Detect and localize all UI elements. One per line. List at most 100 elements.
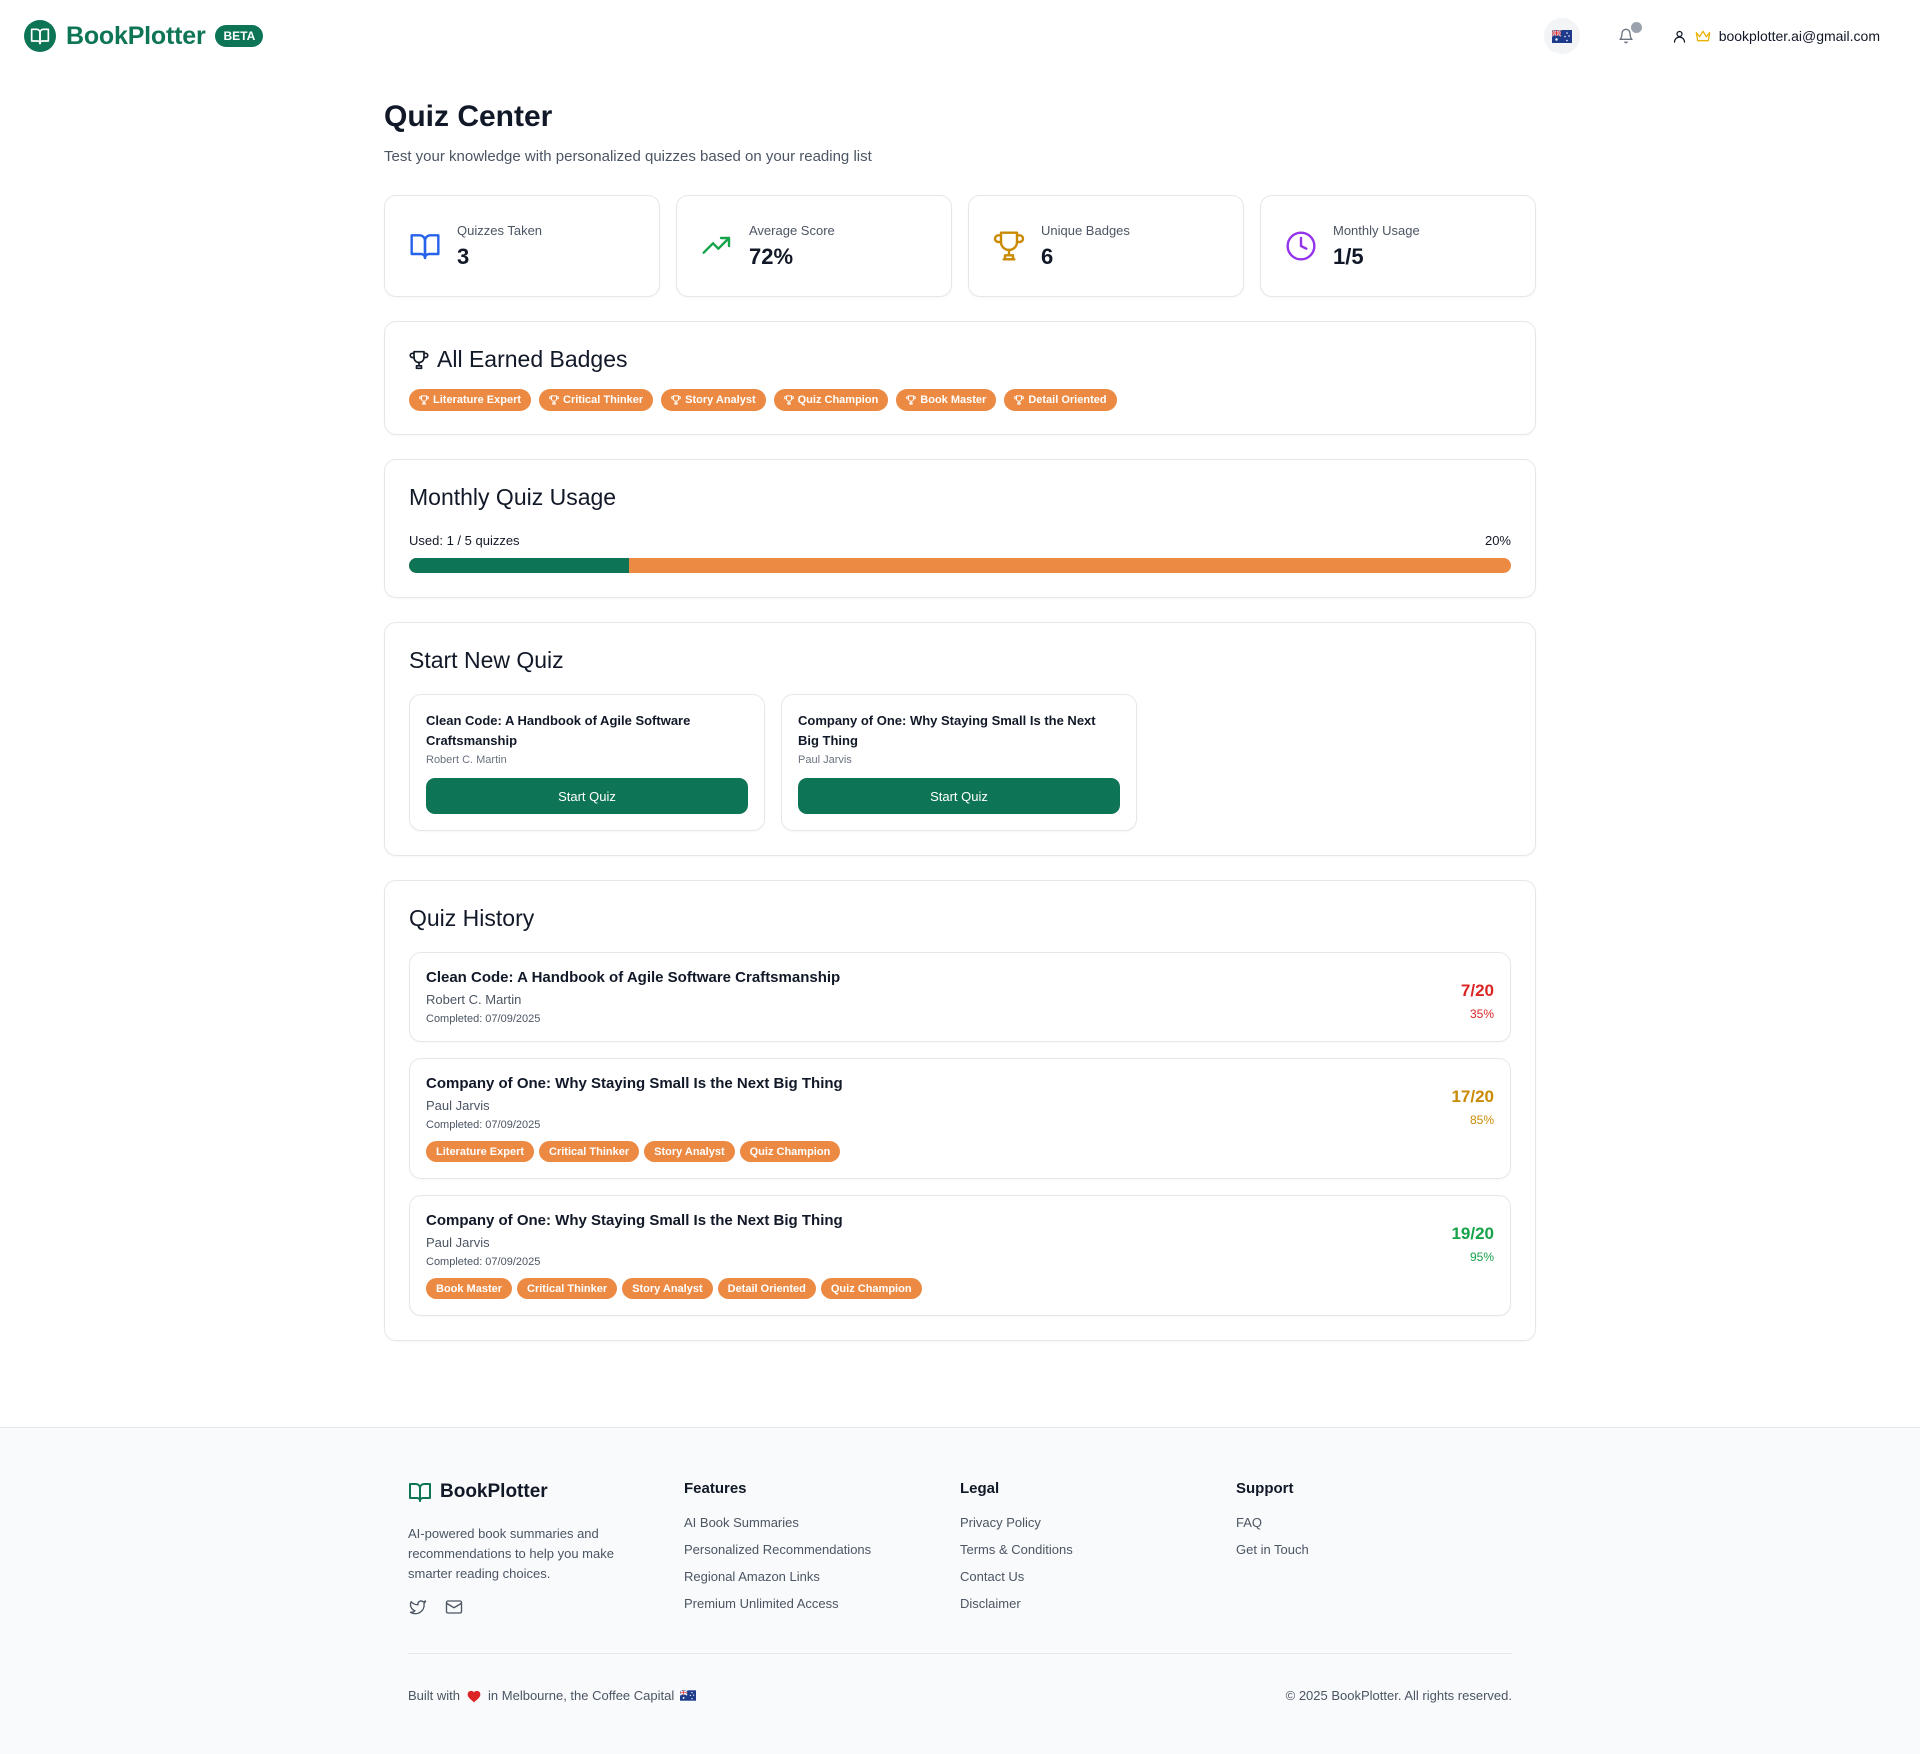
footer-link[interactable]: Premium Unlimited Access bbox=[684, 1596, 960, 1611]
book-logo-icon bbox=[24, 20, 56, 52]
brand[interactable]: BookPlotter BETA bbox=[24, 20, 264, 52]
footer-column-heading: Support bbox=[1236, 1480, 1294, 1497]
stat-value: 6 bbox=[1041, 243, 1054, 269]
history-badge: Story Analyst bbox=[644, 1141, 735, 1162]
history-completed-date: Completed: 07/09/2025 bbox=[426, 1256, 541, 1268]
badge-label: Book Master bbox=[920, 394, 987, 406]
region-flag-button[interactable] bbox=[1543, 18, 1580, 54]
trophy-icon bbox=[409, 350, 429, 369]
history-badge: Critical Thinker bbox=[539, 1141, 640, 1162]
notifications-button[interactable] bbox=[1608, 18, 1644, 54]
stat-unique-badges: Unique Badges 6 bbox=[968, 195, 1244, 297]
footer-link[interactable]: Contact Us bbox=[960, 1569, 1236, 1584]
badge-label: Detail Oriented bbox=[1028, 394, 1107, 406]
history-badge: Literature Expert bbox=[426, 1141, 535, 1162]
history-score: 17/20 bbox=[1451, 1087, 1494, 1106]
history-completed-date: Completed: 07/09/2025 bbox=[426, 1119, 541, 1131]
crown-icon bbox=[1695, 30, 1711, 42]
twitter-icon[interactable] bbox=[408, 1598, 428, 1616]
usage-percent-label: 20% bbox=[1484, 533, 1511, 548]
footer-link[interactable]: FAQ bbox=[1236, 1515, 1512, 1530]
history-badge: Book Master bbox=[426, 1278, 513, 1299]
quiz-grid: Clean Code: A Handbook of Agile Software… bbox=[409, 694, 1511, 831]
quiz-book-title: Company of One: Why Staying Small Is the… bbox=[798, 713, 1096, 748]
footer-link[interactable]: Privacy Policy bbox=[960, 1515, 1236, 1530]
stats-row: Quizzes Taken 3 Average Score 72% Unique… bbox=[384, 195, 1536, 297]
start-quiz-title: Start New Quiz bbox=[409, 647, 564, 673]
footer-link[interactable]: Disclaimer bbox=[960, 1596, 1236, 1611]
badge-label: Story Analyst bbox=[685, 394, 756, 406]
history-badge-list: Book Master Critical Thinker Story Analyst… bbox=[426, 1278, 922, 1299]
footer-link[interactable]: AI Book Summaries bbox=[684, 1515, 960, 1530]
stat-label: Monthly Usage bbox=[1333, 222, 1420, 238]
built-suffix: in Melbourne, the Coffee Capital bbox=[488, 1688, 675, 1703]
page-title: Quiz Center bbox=[384, 100, 553, 133]
brand-name: BookPlotter bbox=[66, 21, 206, 50]
quiz-book-title: Clean Code: A Handbook of Agile Software… bbox=[426, 713, 691, 748]
quiz-book-author: Paul Jarvis bbox=[798, 754, 852, 766]
quiz-history-title: Quiz History bbox=[409, 905, 535, 931]
quiz-book-author: Robert C. Martin bbox=[426, 754, 507, 766]
earned-badge: Critical Thinker bbox=[539, 389, 654, 411]
history-score-percent: 35% bbox=[1469, 1007, 1494, 1021]
trophy-icon bbox=[419, 395, 429, 405]
history-item: Clean Code: A Handbook of Agile Software… bbox=[409, 952, 1511, 1042]
usage-progress-fill bbox=[409, 558, 630, 573]
australia-flag-icon bbox=[1551, 29, 1572, 43]
badge-label: Quiz Champion bbox=[797, 394, 879, 406]
earned-badge: Quiz Champion bbox=[773, 389, 889, 411]
stat-label: Quizzes Taken bbox=[457, 222, 543, 238]
badge-label: Literature Expert bbox=[433, 394, 522, 406]
stat-value: 1/5 bbox=[1333, 243, 1364, 269]
earned-badge: Literature Expert bbox=[409, 389, 532, 411]
earned-badge: Book Master bbox=[896, 389, 997, 411]
footer-link[interactable]: Regional Amazon Links bbox=[684, 1569, 960, 1584]
footer-support-column: Support FAQ Get in Touch bbox=[1236, 1480, 1512, 1623]
stat-label: Unique Badges bbox=[1041, 222, 1130, 238]
history-book-author: Paul Jarvis bbox=[426, 1098, 490, 1113]
start-quiz-button[interactable]: Start Quiz bbox=[798, 778, 1120, 814]
history-score-percent: 85% bbox=[1469, 1113, 1494, 1127]
stat-quizzes-taken: Quizzes Taken 3 bbox=[384, 195, 660, 297]
stat-average-score: Average Score 72% bbox=[676, 195, 952, 297]
mail-icon[interactable] bbox=[444, 1598, 464, 1616]
main-content: Quiz Center Test your knowledge with per… bbox=[384, 100, 1536, 1365]
history-badge: Quiz Champion bbox=[820, 1278, 922, 1299]
page-subtitle: Test your knowledge with personalized qu… bbox=[384, 148, 872, 165]
copyright: © 2025 BookPlotter. All rights reserved. bbox=[1285, 1688, 1512, 1703]
user-menu[interactable]: bookplotter.ai@gmail.com bbox=[1672, 28, 1880, 44]
footer-legal-column: Legal Privacy Policy Terms & Conditions … bbox=[960, 1480, 1236, 1623]
history-score: 7/20 bbox=[1460, 981, 1494, 1000]
trophy-icon bbox=[549, 395, 559, 405]
start-quiz-button[interactable]: Start Quiz bbox=[426, 778, 748, 814]
footer-description: AI-powered book summaries and recommenda… bbox=[408, 1526, 614, 1581]
history-completed-date: Completed: 07/09/2025 bbox=[426, 1013, 541, 1025]
earned-badge: Detail Oriented bbox=[1004, 389, 1117, 411]
history-score: 19/20 bbox=[1451, 1224, 1494, 1243]
user-icon bbox=[1673, 30, 1685, 43]
trophy-icon bbox=[993, 231, 1025, 261]
footer-features-column: Features AI Book Summaries Personalized … bbox=[684, 1480, 960, 1623]
trophy-icon bbox=[671, 395, 681, 405]
australia-flag-icon bbox=[680, 1690, 697, 1701]
trophy-icon bbox=[906, 395, 917, 405]
quiz-history-card: Quiz History Clean Code: A Handbook of A… bbox=[384, 880, 1536, 1341]
history-badge: Quiz Champion bbox=[739, 1141, 841, 1162]
history-book-title: Company of One: Why Staying Small Is the… bbox=[426, 1212, 843, 1229]
history-badge: Story Analyst bbox=[622, 1278, 713, 1299]
clock-icon bbox=[1286, 231, 1316, 261]
footer-link[interactable]: Terms & Conditions bbox=[960, 1542, 1236, 1557]
footer-link[interactable]: Personalized Recommendations bbox=[684, 1542, 960, 1557]
badge-list: Literature Expert Critical Thinker Story A… bbox=[409, 389, 1511, 411]
trending-up-icon bbox=[702, 236, 731, 254]
footer-divider bbox=[408, 1653, 1512, 1654]
footer-link[interactable]: Get in Touch bbox=[1236, 1542, 1512, 1557]
monthly-usage-card: Monthly Quiz Usage Used: 1 / 5 quizzes 2… bbox=[384, 459, 1536, 598]
history-item: Company of One: Why Staying Small Is the… bbox=[409, 1058, 1511, 1179]
history-item: Company of One: Why Staying Small Is the… bbox=[409, 1195, 1511, 1316]
history-book-title: Clean Code: A Handbook of Agile Software… bbox=[426, 969, 841, 986]
history-book-author: Paul Jarvis bbox=[426, 1235, 490, 1250]
footer-brand[interactable]: BookPlotter bbox=[408, 1480, 684, 1504]
trophy-icon bbox=[1014, 395, 1025, 405]
earned-badges-card: All Earned Badges Literature Expert Criti… bbox=[384, 321, 1536, 435]
